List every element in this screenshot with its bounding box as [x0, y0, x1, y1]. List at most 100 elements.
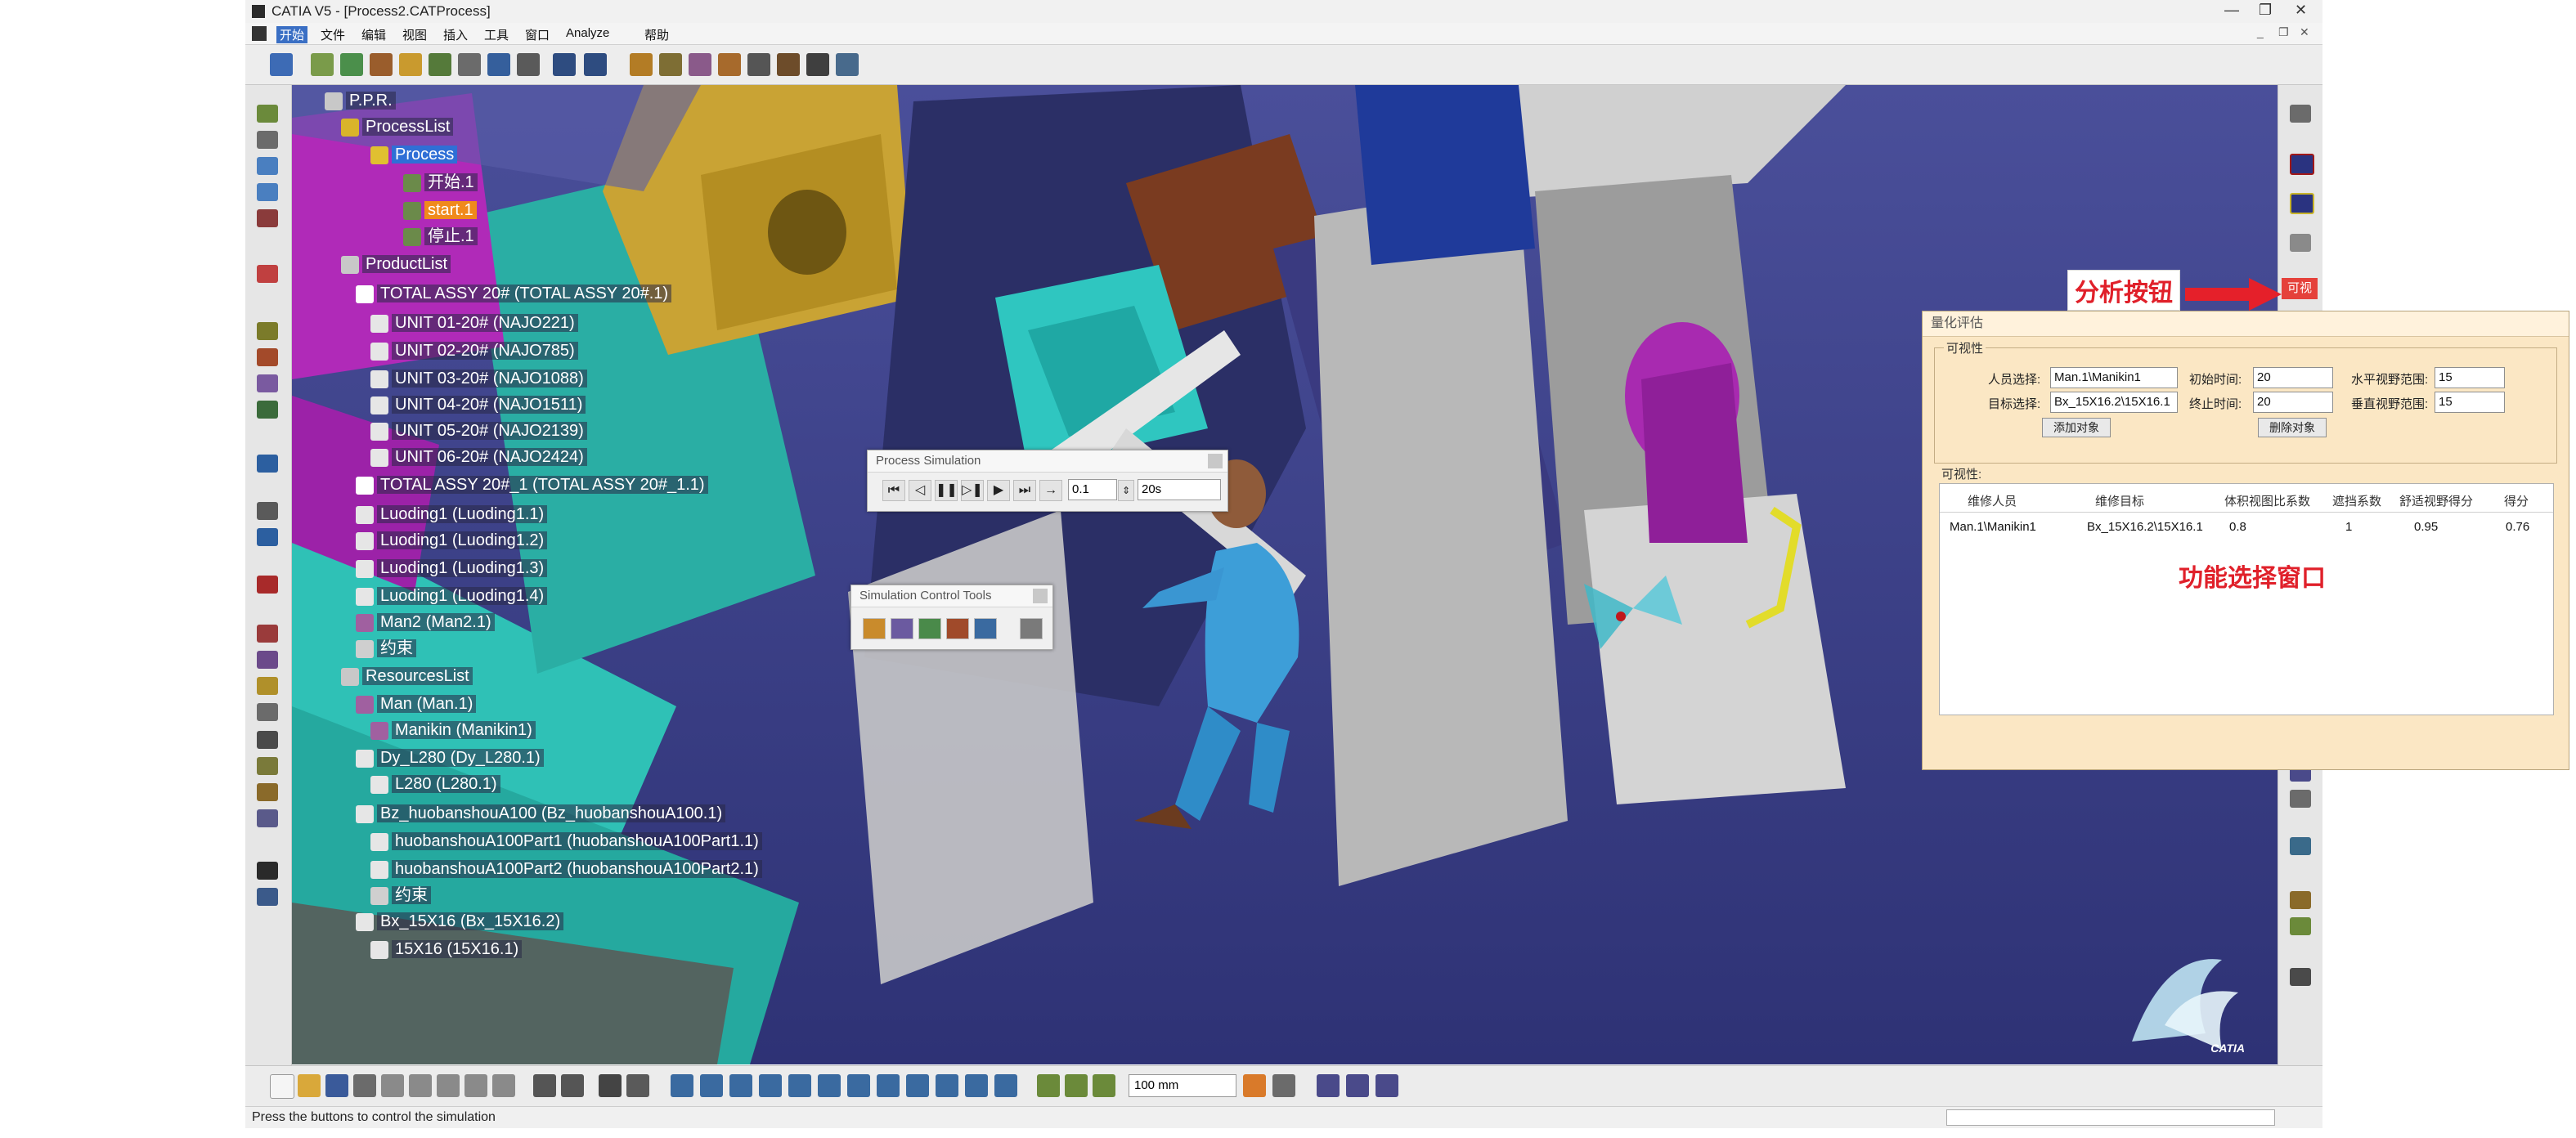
tree-node[interactable]: UNIT 01-20# (NAJO221) — [370, 311, 578, 335]
menu-edit[interactable]: 编辑 — [361, 26, 386, 43]
measure-between-icon[interactable] — [1037, 1074, 1060, 1097]
menu-help[interactable]: 帮助 — [644, 26, 669, 43]
tool-icon-6[interactable] — [257, 265, 278, 283]
h-fov-field[interactable]: 15 — [2435, 367, 2505, 388]
jump-end-button[interactable]: ⏭ — [1013, 480, 1036, 501]
doc-minimize-icon[interactable]: _ — [2257, 25, 2264, 38]
tool-icon-21[interactable] — [257, 783, 278, 801]
tools-icon[interactable] — [626, 1074, 649, 1097]
tree-node[interactable]: 约束 — [370, 883, 431, 907]
formula-icon[interactable] — [533, 1074, 556, 1097]
measure-inertia-icon[interactable] — [1093, 1074, 1115, 1097]
tree-node[interactable]: 约束 — [356, 636, 416, 661]
tool-icon-18[interactable] — [257, 703, 278, 721]
manikin-yellow-icon[interactable] — [2290, 193, 2314, 214]
tool-icon-20[interactable] — [257, 757, 278, 775]
zoom-in-icon[interactable] — [788, 1074, 811, 1097]
simulation-record-icon[interactable] — [891, 618, 913, 639]
tool-icon-2[interactable] — [257, 131, 278, 149]
tool-icon-12[interactable] — [257, 502, 278, 520]
tool-icon-9[interactable] — [257, 374, 278, 392]
simulation-setting-icon[interactable] — [863, 618, 886, 639]
tree-node[interactable]: huobanshouA100Part1 (huobanshouA100Part1… — [370, 829, 762, 854]
tree-node[interactable]: Bx_15X16 (Bx_15X16.2) — [356, 909, 564, 934]
step-size-input[interactable]: 0.1 — [1068, 479, 1117, 500]
menu-file[interactable]: 文件 — [321, 26, 345, 43]
tool-icon-15[interactable] — [257, 625, 278, 643]
tree-node[interactable]: UNIT 06-20# (NAJO2424) — [370, 445, 587, 469]
tree-node[interactable]: ResourcesList — [341, 664, 473, 688]
tree-node[interactable]: Man (Man.1) — [356, 692, 477, 716]
hide-show-icon[interactable] — [965, 1074, 988, 1097]
shuttle-tool-icon[interactable] — [553, 53, 576, 76]
wrench-icon[interactable] — [2290, 234, 2311, 252]
close-icon[interactable]: ✕ — [2295, 2, 2307, 19]
resource-tool-icon[interactable] — [399, 53, 422, 76]
tree-node[interactable]: Bz_huobanshouA100 (Bz_huobanshouA100.1) — [356, 801, 726, 826]
restore-icon[interactable]: ❐ — [2259, 2, 2272, 19]
end-time-field[interactable]: 20 — [2253, 392, 2333, 413]
tool-icon-1[interactable] — [257, 105, 278, 123]
play-backward-button[interactable]: ◁ — [909, 480, 931, 501]
pert-tool-icon[interactable] — [458, 53, 481, 76]
redo-icon[interactable] — [492, 1074, 515, 1097]
process-tool-icon[interactable] — [270, 53, 293, 76]
window-tool-icon[interactable] — [517, 53, 540, 76]
tree-node[interactable]: 15X16 (15X16.1) — [370, 937, 523, 961]
tree-node[interactable]: Luoding1 (Luoding1.1) — [356, 502, 548, 526]
normal-view-icon[interactable] — [847, 1074, 870, 1097]
tool-icon-24[interactable] — [257, 888, 278, 906]
tree-node[interactable]: Luoding1 (Luoding1.4) — [356, 584, 548, 608]
doc-restore-icon[interactable]: ❐ — [2278, 25, 2289, 39]
tree-node[interactable]: Luoding1 (Luoding1.2) — [356, 528, 548, 553]
distance-tool-icon[interactable] — [659, 53, 682, 76]
simulation-camera-icon[interactable] — [1020, 618, 1043, 639]
tree-node[interactable]: UNIT 05-20# (NAJO2139) — [370, 419, 587, 443]
mode-icon-2[interactable] — [1346, 1074, 1369, 1097]
menu-analyze[interactable]: Analyze — [566, 26, 609, 40]
tool-icon-17[interactable] — [257, 677, 278, 695]
app-menu-icon[interactable] — [252, 26, 267, 41]
time-input[interactable]: 20s — [1138, 479, 1221, 500]
doc-close-icon[interactable]: ✕ — [2300, 25, 2309, 39]
cut-icon[interactable] — [381, 1074, 404, 1097]
measure-item-icon[interactable] — [1065, 1074, 1088, 1097]
comment-icon[interactable] — [561, 1074, 584, 1097]
simulation-analysis-icon[interactable] — [918, 618, 941, 639]
swap-space-icon[interactable] — [994, 1074, 1017, 1097]
add-object-button[interactable]: 添加对象 — [2042, 418, 2111, 437]
right-tool-icon-10[interactable] — [2290, 917, 2311, 935]
tree-node[interactable]: TOTAL ASSY 20# (TOTAL ASSY 20#.1) — [356, 281, 672, 306]
print-icon[interactable] — [353, 1074, 376, 1097]
menu-view[interactable]: 视图 — [402, 26, 427, 43]
tree-node[interactable]: Process — [370, 142, 458, 167]
sectioning-tool-icon[interactable] — [689, 53, 711, 76]
iso-view-icon[interactable] — [906, 1074, 929, 1097]
rotate-icon[interactable] — [759, 1074, 782, 1097]
swept-volume-icon[interactable] — [777, 53, 800, 76]
tree-node[interactable]: start.1 — [403, 198, 477, 222]
tree-node[interactable]: UNIT 03-20# (NAJO1088) — [370, 366, 587, 391]
assign-tool-icon[interactable] — [429, 53, 451, 76]
tool-icon-22[interactable] — [257, 809, 278, 827]
tool-icon-16[interactable] — [257, 651, 278, 669]
target-field[interactable]: Bx_15X16.2\15X16.1 — [2050, 392, 2178, 413]
zoom-out-icon[interactable] — [818, 1074, 841, 1097]
tree-node[interactable]: huobanshouA100Part2 (huobanshouA100Part2… — [370, 857, 762, 881]
v-fov-field[interactable]: 15 — [2435, 392, 2505, 413]
tree-node[interactable]: UNIT 02-20# (NAJO785) — [370, 338, 578, 363]
close-icon[interactable] — [1033, 589, 1048, 603]
tree-node[interactable]: ProcessList — [341, 114, 454, 139]
tree-node[interactable]: L280 (L280.1) — [370, 772, 500, 796]
mode-icon-1[interactable] — [1317, 1074, 1340, 1097]
clash-tool-icon[interactable] — [630, 53, 653, 76]
tool-icon-3[interactable] — [257, 157, 278, 175]
tree-node[interactable]: 开始.1 — [403, 170, 478, 195]
command-input[interactable] — [1946, 1109, 2275, 1126]
tree-node[interactable]: P.P.R. — [325, 88, 396, 113]
mode-icon-3[interactable] — [1376, 1074, 1398, 1097]
right-tool-icon-8[interactable] — [2290, 837, 2311, 855]
tool-icon-19[interactable] — [257, 731, 278, 749]
tool-icon-5[interactable] — [257, 209, 278, 227]
simulation-player-icon[interactable] — [974, 618, 997, 639]
